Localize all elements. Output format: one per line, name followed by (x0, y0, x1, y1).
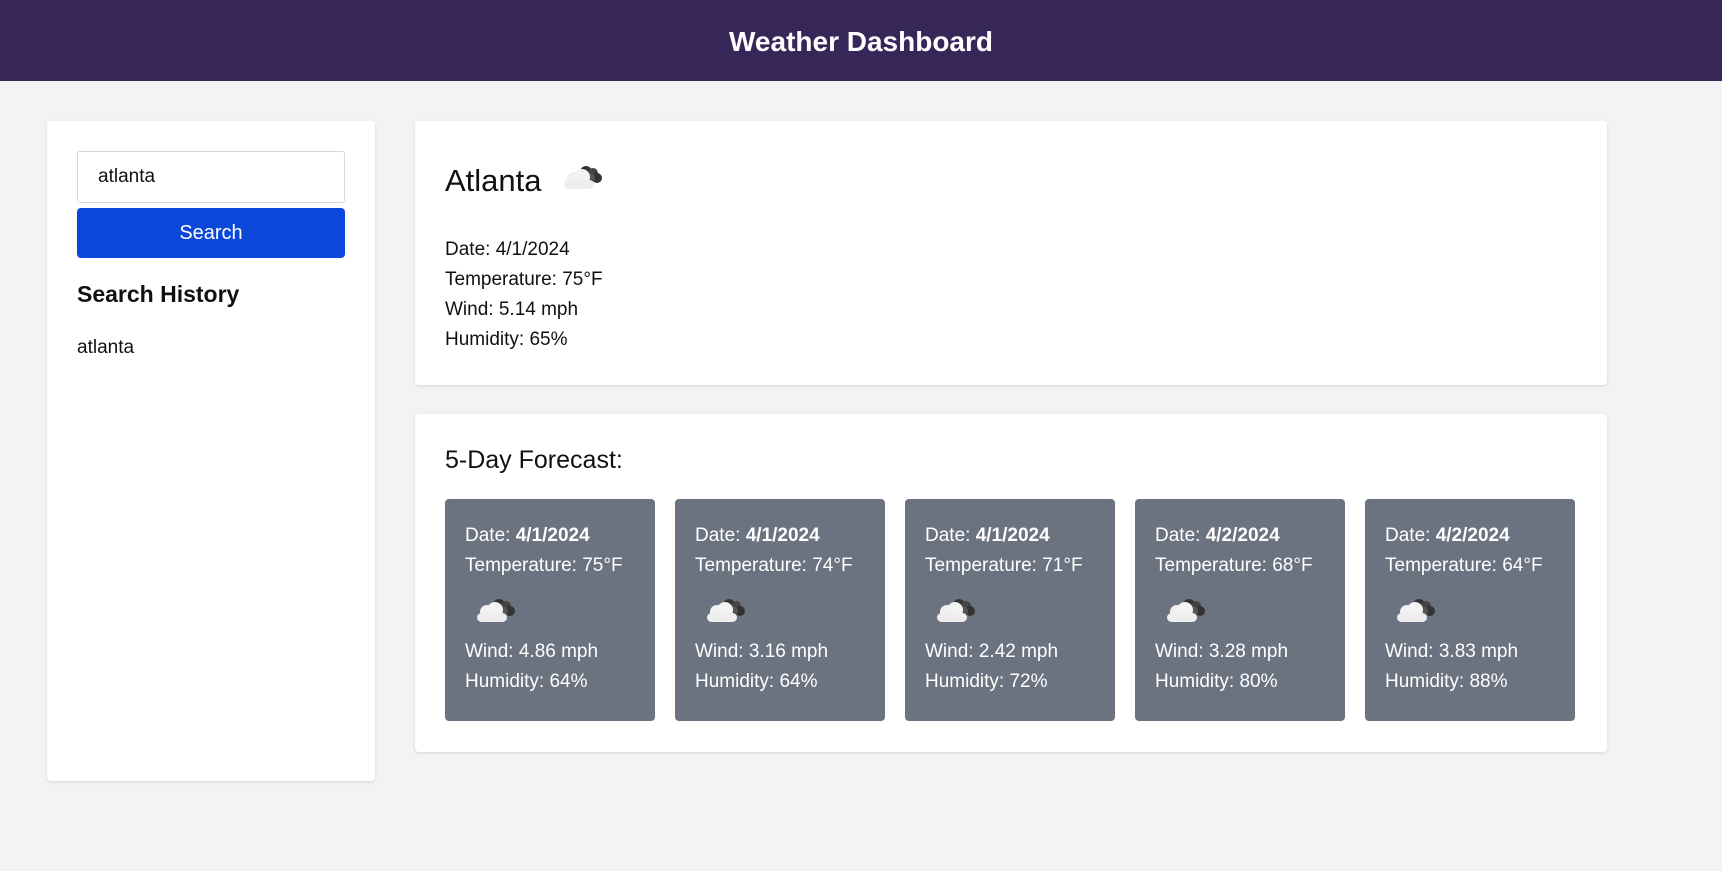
current-wind: Wind: 5.14 mph (445, 299, 579, 320)
forecast-date: 4/2/2024 (1435, 525, 1510, 546)
sidebar: Search Search History atlanta (47, 121, 375, 781)
forecast-panel: 5-Day Forecast: Date: 4/1/2024 Temperatu… (415, 414, 1607, 752)
page-title: Weather Dashboard (729, 25, 993, 57)
forecast-humidity: Humidity: 64% (695, 671, 818, 692)
forecast-date: 4/1/2024 (975, 525, 1050, 546)
city-name: Atlanta (445, 163, 542, 198)
city-row: Atlanta (445, 163, 604, 199)
search-history-title: Search History (77, 281, 240, 307)
forecast-temperature: Temperature: 68°F (1155, 555, 1313, 576)
forecast-temperature: Temperature: 75°F (465, 555, 623, 576)
search-history-item[interactable]: atlanta (77, 337, 134, 359)
forecast-date-line: Date: 4/2/2024 (1385, 521, 1555, 551)
search-button[interactable]: Search (77, 208, 345, 258)
forecast-wind: Wind: 3.28 mph (1155, 641, 1289, 662)
forecast-wind: Wind: 3.83 mph (1385, 641, 1519, 662)
forecast-date-prefix: Date: (695, 525, 746, 546)
cloud-icon (925, 581, 1095, 637)
forecast-date-prefix: Date: (925, 525, 976, 546)
forecast-temperature: Temperature: 71°F (925, 555, 1083, 576)
forecast-cards: Date: 4/1/2024 Temperature: 75°F Wind: 4… (445, 499, 1575, 721)
forecast-date: 4/1/2024 (515, 525, 590, 546)
forecast-date-prefix: Date: (465, 525, 516, 546)
forecast-date: 4/1/2024 (745, 525, 820, 546)
current-weather-panel: Atlanta Date: 4/1/2024 Temperature: 75°F… (415, 121, 1607, 385)
forecast-humidity: Humidity: 64% (465, 671, 588, 692)
forecast-card: Date: 4/2/2024 Temperature: 68°F Wind: 3… (1135, 499, 1345, 721)
forecast-temperature: Temperature: 64°F (1385, 555, 1543, 576)
cloud-icon (560, 161, 604, 196)
search-history-list: atlanta (77, 337, 134, 359)
forecast-date-prefix: Date: (1155, 525, 1206, 546)
forecast-date: 4/2/2024 (1205, 525, 1280, 546)
header-bar: Weather Dashboard (0, 0, 1722, 81)
cloud-icon (1385, 581, 1555, 637)
forecast-wind: Wind: 3.16 mph (695, 641, 829, 662)
cloud-icon (1155, 581, 1325, 637)
forecast-wind: Wind: 2.42 mph (925, 641, 1059, 662)
forecast-wind: Wind: 4.86 mph (465, 641, 599, 662)
current-humidity: Humidity: 65% (445, 329, 568, 350)
forecast-title: 5-Day Forecast: (445, 446, 623, 474)
cloud-icon (695, 581, 865, 637)
forecast-humidity: Humidity: 72% (925, 671, 1048, 692)
forecast-humidity: Humidity: 88% (1385, 671, 1508, 692)
forecast-date-line: Date: 4/1/2024 (465, 521, 635, 551)
forecast-date-line: Date: 4/1/2024 (925, 521, 1095, 551)
current-date: Date: 4/1/2024 (445, 239, 570, 260)
forecast-humidity: Humidity: 80% (1155, 671, 1278, 692)
forecast-date-line: Date: 4/2/2024 (1155, 521, 1325, 551)
forecast-date-line: Date: 4/1/2024 (695, 521, 865, 551)
current-details: Date: 4/1/2024 Temperature: 75°F Wind: 5… (445, 235, 603, 355)
forecast-card: Date: 4/1/2024 Temperature: 74°F Wind: 3… (675, 499, 885, 721)
forecast-card: Date: 4/1/2024 Temperature: 71°F Wind: 2… (905, 499, 1115, 721)
forecast-temperature: Temperature: 74°F (695, 555, 853, 576)
cloud-icon (465, 581, 635, 637)
search-input[interactable] (77, 151, 345, 203)
current-temperature: Temperature: 75°F (445, 269, 603, 290)
forecast-date-prefix: Date: (1385, 525, 1436, 546)
forecast-card: Date: 4/1/2024 Temperature: 75°F Wind: 4… (445, 499, 655, 721)
forecast-card: Date: 4/2/2024 Temperature: 64°F Wind: 3… (1365, 499, 1575, 721)
